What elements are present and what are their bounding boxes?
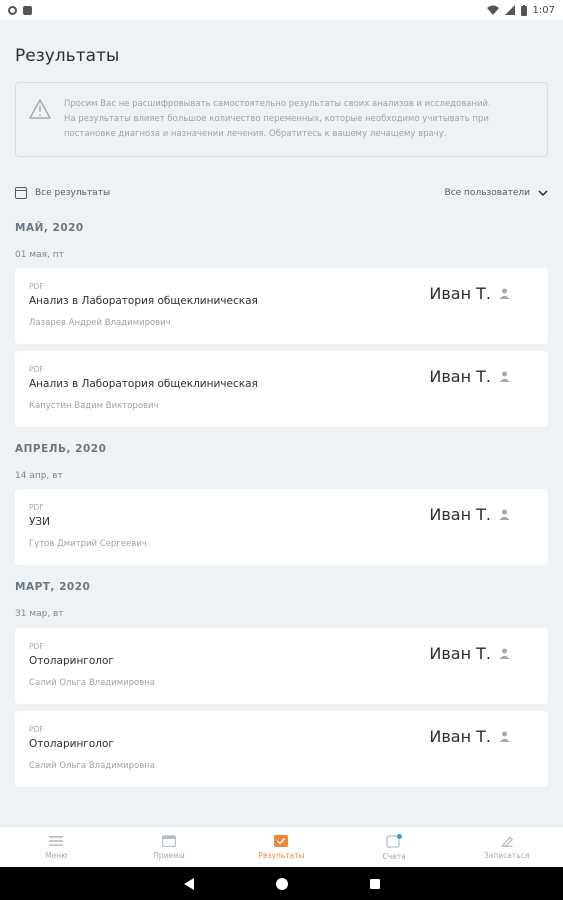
sim-status-icon — [23, 5, 32, 15]
home-icon[interactable] — [275, 877, 289, 891]
wifi-icon — [486, 5, 499, 15]
patient-tag: Иван Т. — [429, 367, 510, 386]
month-header: МАЙ, 2020 — [15, 222, 84, 234]
all-results-label: Все результаты — [35, 188, 111, 198]
back-icon[interactable] — [183, 877, 195, 891]
result-title: УЗИ — [29, 516, 50, 528]
disclaimer-notice: Просим Вас не расшифровывать самостоятел… — [15, 82, 548, 157]
month-header: АПРЕЛЬ, 2020 — [15, 443, 107, 455]
nav-item-results[interactable]: Результаты — [225, 827, 338, 867]
patient-tag: Иван Т. — [429, 727, 510, 746]
person-icon — [499, 731, 510, 742]
file-type-label: PDF — [29, 503, 44, 512]
result-title: Анализ в Лаборатория общеклиническая — [29, 295, 258, 307]
result-title: Отоларинголог — [29, 738, 114, 750]
nav-item-menu[interactable]: Меню — [0, 827, 113, 867]
results-content[interactable]: Результаты Просим Вас не расшифровывать … — [0, 20, 563, 826]
users-filter-label: Все пользователи — [444, 188, 530, 198]
file-type-label: PDF — [29, 365, 44, 374]
nav-item-book[interactable]: Записаться — [450, 827, 563, 867]
status-bar: 1:07 — [0, 0, 563, 20]
disclaimer-text: Просим Вас не расшифровывать самостоятел… — [64, 97, 491, 142]
filters-bar: Все результаты Все пользователи — [15, 183, 548, 203]
doctor-name: Капустин Вадим Викторович — [29, 401, 159, 411]
all-results-filter[interactable]: Все результаты — [15, 187, 110, 199]
patient-tag: Иван Т. — [429, 284, 510, 303]
patient-tag: Иван Т. — [429, 644, 510, 663]
appointments-icon — [161, 834, 176, 847]
result-title: Анализ в Лаборатория общеклиническая — [29, 378, 258, 390]
calendar-icon — [15, 187, 27, 199]
disclaimer-line: Просим Вас не расшифровывать самостоятел… — [64, 99, 491, 109]
doctor-name: Лазарев Андрей Владимирович — [29, 318, 171, 328]
patient-name: Иван Т. — [429, 727, 491, 746]
patient-name: Иван Т. — [429, 367, 491, 386]
bills-icon — [386, 833, 403, 848]
result-card[interactable]: PDF Отоларинголог Салий Ольга Владимиров… — [15, 711, 548, 787]
day-header: 01 мая, пт — [15, 250, 64, 260]
patient-name: Иван Т. — [429, 284, 491, 303]
result-title: Отоларинголог — [29, 655, 114, 667]
nav-item-bills[interactable]: Счета — [338, 827, 451, 867]
day-header: 31 мар, вт — [15, 609, 64, 619]
chevron-down-icon — [538, 190, 548, 196]
patient-tag: Иван Т. — [429, 505, 510, 524]
doctor-name: Салий Ольга Владимировна — [29, 678, 156, 688]
result-card[interactable]: PDF Анализ в Лаборатория общеклиническая… — [15, 351, 548, 427]
file-type-label: PDF — [29, 282, 44, 291]
disclaimer-line: На результаты влияет большое количество … — [64, 114, 489, 124]
page-title: Результаты — [15, 46, 120, 66]
result-card[interactable]: PDF УЗИ Гутов Дмитрий Сергеевич Иван Т. — [15, 489, 548, 565]
file-type-label: PDF — [29, 642, 44, 651]
warning-icon — [29, 99, 51, 119]
disclaimer-line: постановке диагноза и назначении лечения… — [64, 129, 447, 139]
results-icon — [274, 834, 289, 847]
status-time: 1:07 — [532, 4, 555, 16]
battery-icon — [520, 4, 527, 16]
month-header: МАРТ, 2020 — [15, 581, 91, 593]
nav-label: Счета — [382, 851, 406, 861]
nav-label: Приемы — [153, 850, 185, 860]
day-header: 14 апр, вт — [15, 471, 63, 481]
result-card[interactable]: PDF Анализ в Лаборатория общеклиническая… — [15, 268, 548, 344]
nav-item-appointments[interactable]: Приемы — [113, 827, 226, 867]
person-icon — [499, 648, 510, 659]
doctor-name: Салий Ольга Владимировна — [29, 761, 156, 771]
settings-status-icon — [8, 5, 17, 15]
users-filter-dropdown[interactable]: Все пользователи — [445, 188, 548, 198]
file-type-label: PDF — [29, 725, 44, 734]
patient-name: Иван Т. — [429, 644, 491, 663]
person-icon — [499, 509, 510, 520]
nav-label: Меню — [45, 850, 68, 860]
doctor-name: Гутов Дмитрий Сергеевич — [29, 539, 147, 549]
person-icon — [499, 371, 510, 382]
nav-label: Результаты — [258, 850, 305, 860]
result-card[interactable]: PDF Отоларинголог Салий Ольга Владимиров… — [15, 628, 548, 704]
signal-icon — [504, 5, 515, 15]
bottom-navigation: Меню Приемы Результаты Счета Записаться — [0, 826, 563, 867]
patient-name: Иван Т. — [429, 505, 491, 524]
recents-icon[interactable] — [369, 878, 381, 890]
edit-icon — [500, 836, 513, 847]
person-icon — [499, 288, 510, 299]
menu-icon — [49, 835, 64, 846]
system-navigation-bar — [0, 867, 563, 900]
nav-label: Записаться — [484, 850, 530, 860]
